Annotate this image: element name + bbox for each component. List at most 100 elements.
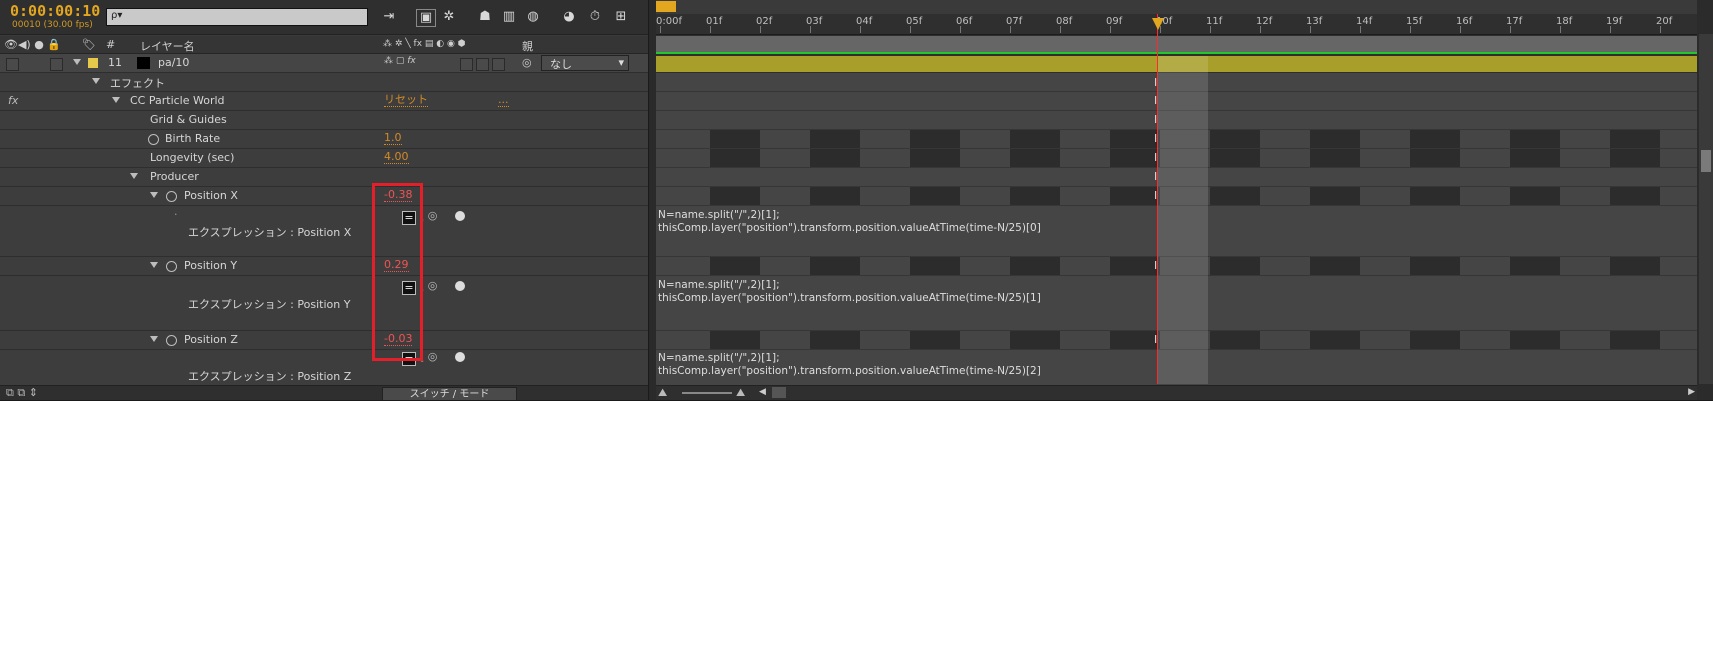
frame-block bbox=[710, 187, 760, 205]
keyframe-marker-icon[interactable]: I bbox=[1154, 77, 1160, 88]
zoom-in-icon[interactable]: ⛰ bbox=[736, 386, 745, 400]
expand-chevron-icon[interactable] bbox=[92, 78, 100, 84]
parent-column-header: 親 bbox=[522, 40, 533, 53]
longevity-value[interactable]: 4.00 bbox=[384, 151, 409, 164]
ruler-tick-mark bbox=[1260, 26, 1261, 33]
work-area-bar[interactable] bbox=[656, 36, 1697, 52]
switch-box[interactable] bbox=[492, 58, 505, 71]
time-navigator[interactable] bbox=[656, 0, 1697, 15]
auto-keyframe-icon[interactable]: ⏱ bbox=[586, 9, 604, 25]
layer-row[interactable]: 11 pa/10 ⁂ ▢ fx ◎ なし ▾ bbox=[0, 54, 648, 73]
expand-chevron-icon[interactable] bbox=[130, 173, 138, 179]
search-input[interactable]: ρ▾ bbox=[106, 8, 368, 26]
hide-shy-layers-icon[interactable]: ☗ bbox=[476, 9, 494, 25]
parent-dropdown[interactable]: なし ▾ bbox=[541, 55, 629, 71]
horizontal-scroll-thumb[interactable] bbox=[772, 387, 786, 398]
keyframe-marker-icon[interactable]: I bbox=[1154, 133, 1160, 144]
current-time-display[interactable]: 0:00:00:10 bbox=[10, 2, 100, 20]
frame-block bbox=[1110, 331, 1160, 349]
expression-language-menu-icon[interactable] bbox=[455, 352, 465, 362]
birth-rate-label: Birth Rate bbox=[165, 132, 221, 145]
plugin-row[interactable]: fx CC Particle World リセット ... bbox=[0, 92, 648, 111]
graph-editor-icon[interactable]: ⊞ bbox=[612, 9, 630, 25]
position-z-row[interactable]: Position Z -0.03 bbox=[0, 331, 648, 350]
scroll-left-icon[interactable]: ◀ bbox=[759, 387, 766, 397]
zoom-out-icon[interactable]: ⛰ bbox=[658, 386, 667, 400]
expand-chevron-icon[interactable] bbox=[150, 262, 158, 268]
expression-text-z-line2[interactable]: thisComp.layer("position").transform.pos… bbox=[658, 365, 1041, 377]
composition-mini-flowchart-icon[interactable]: ⇥ bbox=[380, 9, 398, 25]
current-time-indicator-head[interactable] bbox=[1152, 18, 1164, 30]
stopwatch-icon[interactable] bbox=[166, 191, 177, 202]
expression-text-x-line1[interactable]: N=name.split("/",2)[1]; bbox=[658, 209, 780, 221]
draft-3d-icon[interactable]: ✲ bbox=[440, 9, 458, 25]
expand-chevron-icon[interactable] bbox=[150, 192, 158, 198]
position-x-row[interactable]: Position X -0.38 bbox=[0, 187, 648, 206]
keyframe-marker-icon[interactable]: I bbox=[1154, 260, 1160, 271]
position-y-row[interactable]: Position Y 0.29 bbox=[0, 257, 648, 276]
stopwatch-icon[interactable] bbox=[148, 134, 159, 145]
ruler-tick-mark bbox=[960, 26, 961, 33]
expression-text-z-line1[interactable]: N=name.split("/",2)[1]; bbox=[658, 352, 780, 364]
layer-name-column-header[interactable]: レイヤー名 bbox=[140, 38, 195, 54]
vertical-scrollbar[interactable] bbox=[1699, 34, 1713, 384]
keyframe-marker-icon[interactable]: I bbox=[1154, 95, 1160, 106]
keyframe-marker-icon[interactable]: I bbox=[1154, 171, 1160, 182]
frame-block bbox=[1510, 331, 1560, 349]
frame-block bbox=[1210, 187, 1260, 205]
options-link[interactable]: ... bbox=[498, 94, 509, 107]
layer-name[interactable]: pa/10 bbox=[158, 56, 189, 69]
frame-blending-icon[interactable]: ▥ bbox=[500, 9, 518, 25]
expression-y-row[interactable]: エクスプレッション : Position Y = ⌊ ◎ bbox=[0, 276, 648, 331]
brainstorm-icon[interactable]: ◕ bbox=[560, 9, 578, 25]
reset-link[interactable]: リセット bbox=[384, 94, 428, 107]
switch-box[interactable] bbox=[460, 58, 473, 71]
longevity-row[interactable]: Longevity (sec) 4.00 bbox=[0, 149, 648, 168]
frame-block bbox=[1510, 130, 1560, 148]
keyframe-marker-icon[interactable]: I bbox=[1154, 114, 1160, 125]
frame-count: 00010 (30.00 fps) bbox=[12, 20, 93, 30]
label-color-swatch[interactable] bbox=[88, 58, 98, 68]
stopwatch-icon[interactable] bbox=[166, 261, 177, 272]
toggle-switches-modes-button[interactable]: スイッチ / モード bbox=[382, 387, 517, 400]
expression-z-label: エクスプレッション : Position Z bbox=[188, 370, 352, 383]
switch-box[interactable] bbox=[476, 58, 489, 71]
frame-block bbox=[810, 187, 860, 205]
expand-chevron-icon[interactable] bbox=[112, 97, 120, 103]
effect-group-row[interactable]: エフェクト bbox=[0, 73, 648, 92]
expand-layer-chevron-icon[interactable] bbox=[73, 59, 81, 65]
pick-whip-icon[interactable]: ◎ bbox=[522, 56, 532, 69]
keyframe-marker-icon[interactable]: I bbox=[1154, 190, 1160, 201]
live-update-icon[interactable]: ▣ bbox=[416, 9, 436, 27]
motion-blur-icon[interactable]: ◍ bbox=[524, 9, 542, 25]
stopwatch-icon[interactable] bbox=[166, 335, 177, 346]
frame-block bbox=[1510, 187, 1560, 205]
expression-z-row[interactable]: エクスプレッション : Position Z = ⌊ ◎ bbox=[0, 350, 648, 386]
navigator-start-handle[interactable] bbox=[656, 1, 676, 12]
keyframe-marker-icon[interactable]: I bbox=[1154, 334, 1160, 345]
lock-toggle[interactable] bbox=[50, 58, 63, 71]
scroll-right-icon[interactable]: ▶ bbox=[1688, 387, 1695, 397]
time-ruler[interactable]: 0:00f 01f 02f 03f 04f 05f 06f 07f 08f 09f 10f 11f 12… bbox=[656, 14, 1697, 35]
ruler-tick-label: 12f bbox=[1256, 16, 1273, 27]
expression-language-menu-icon[interactable] bbox=[455, 281, 465, 291]
frame-block bbox=[910, 130, 960, 148]
keyframe-marker-icon[interactable]: I bbox=[1154, 152, 1160, 163]
birth-rate-value[interactable]: 1.0 bbox=[384, 132, 402, 145]
expression-text-y-line1[interactable]: N=name.split("/",2)[1]; bbox=[658, 279, 780, 291]
expression-x-row[interactable]: · エクスプレッション : Position X = ⌊ ◎ bbox=[0, 206, 648, 257]
zoom-slider[interactable] bbox=[682, 392, 732, 394]
producer-row[interactable]: Producer bbox=[0, 168, 648, 187]
timeline-graph[interactable]: 0:00f 01f 02f 03f 04f 05f 06f 07f 08f 09f 10f 11f 12… bbox=[656, 0, 1697, 400]
expression-text-x-line2[interactable]: thisComp.layer("position").transform.pos… bbox=[658, 222, 1041, 234]
fx-icon[interactable]: fx bbox=[8, 94, 18, 107]
expression-language-menu-icon[interactable] bbox=[455, 211, 465, 221]
shy-switch-icon[interactable]: ⁂ ▢ fx bbox=[384, 56, 416, 66]
birth-rate-row[interactable]: Birth Rate 1.0 bbox=[0, 130, 648, 149]
expand-chevron-icon[interactable] bbox=[150, 336, 158, 342]
grid-guides-row[interactable]: Grid & Guides bbox=[0, 111, 648, 130]
video-toggle[interactable] bbox=[6, 58, 19, 71]
expression-text-y-line2[interactable]: thisComp.layer("position").transform.pos… bbox=[658, 292, 1041, 304]
panel-options-icons[interactable]: ⧉ ⧉ ⇕ bbox=[6, 386, 38, 400]
vertical-scroll-thumb[interactable] bbox=[1701, 150, 1711, 172]
